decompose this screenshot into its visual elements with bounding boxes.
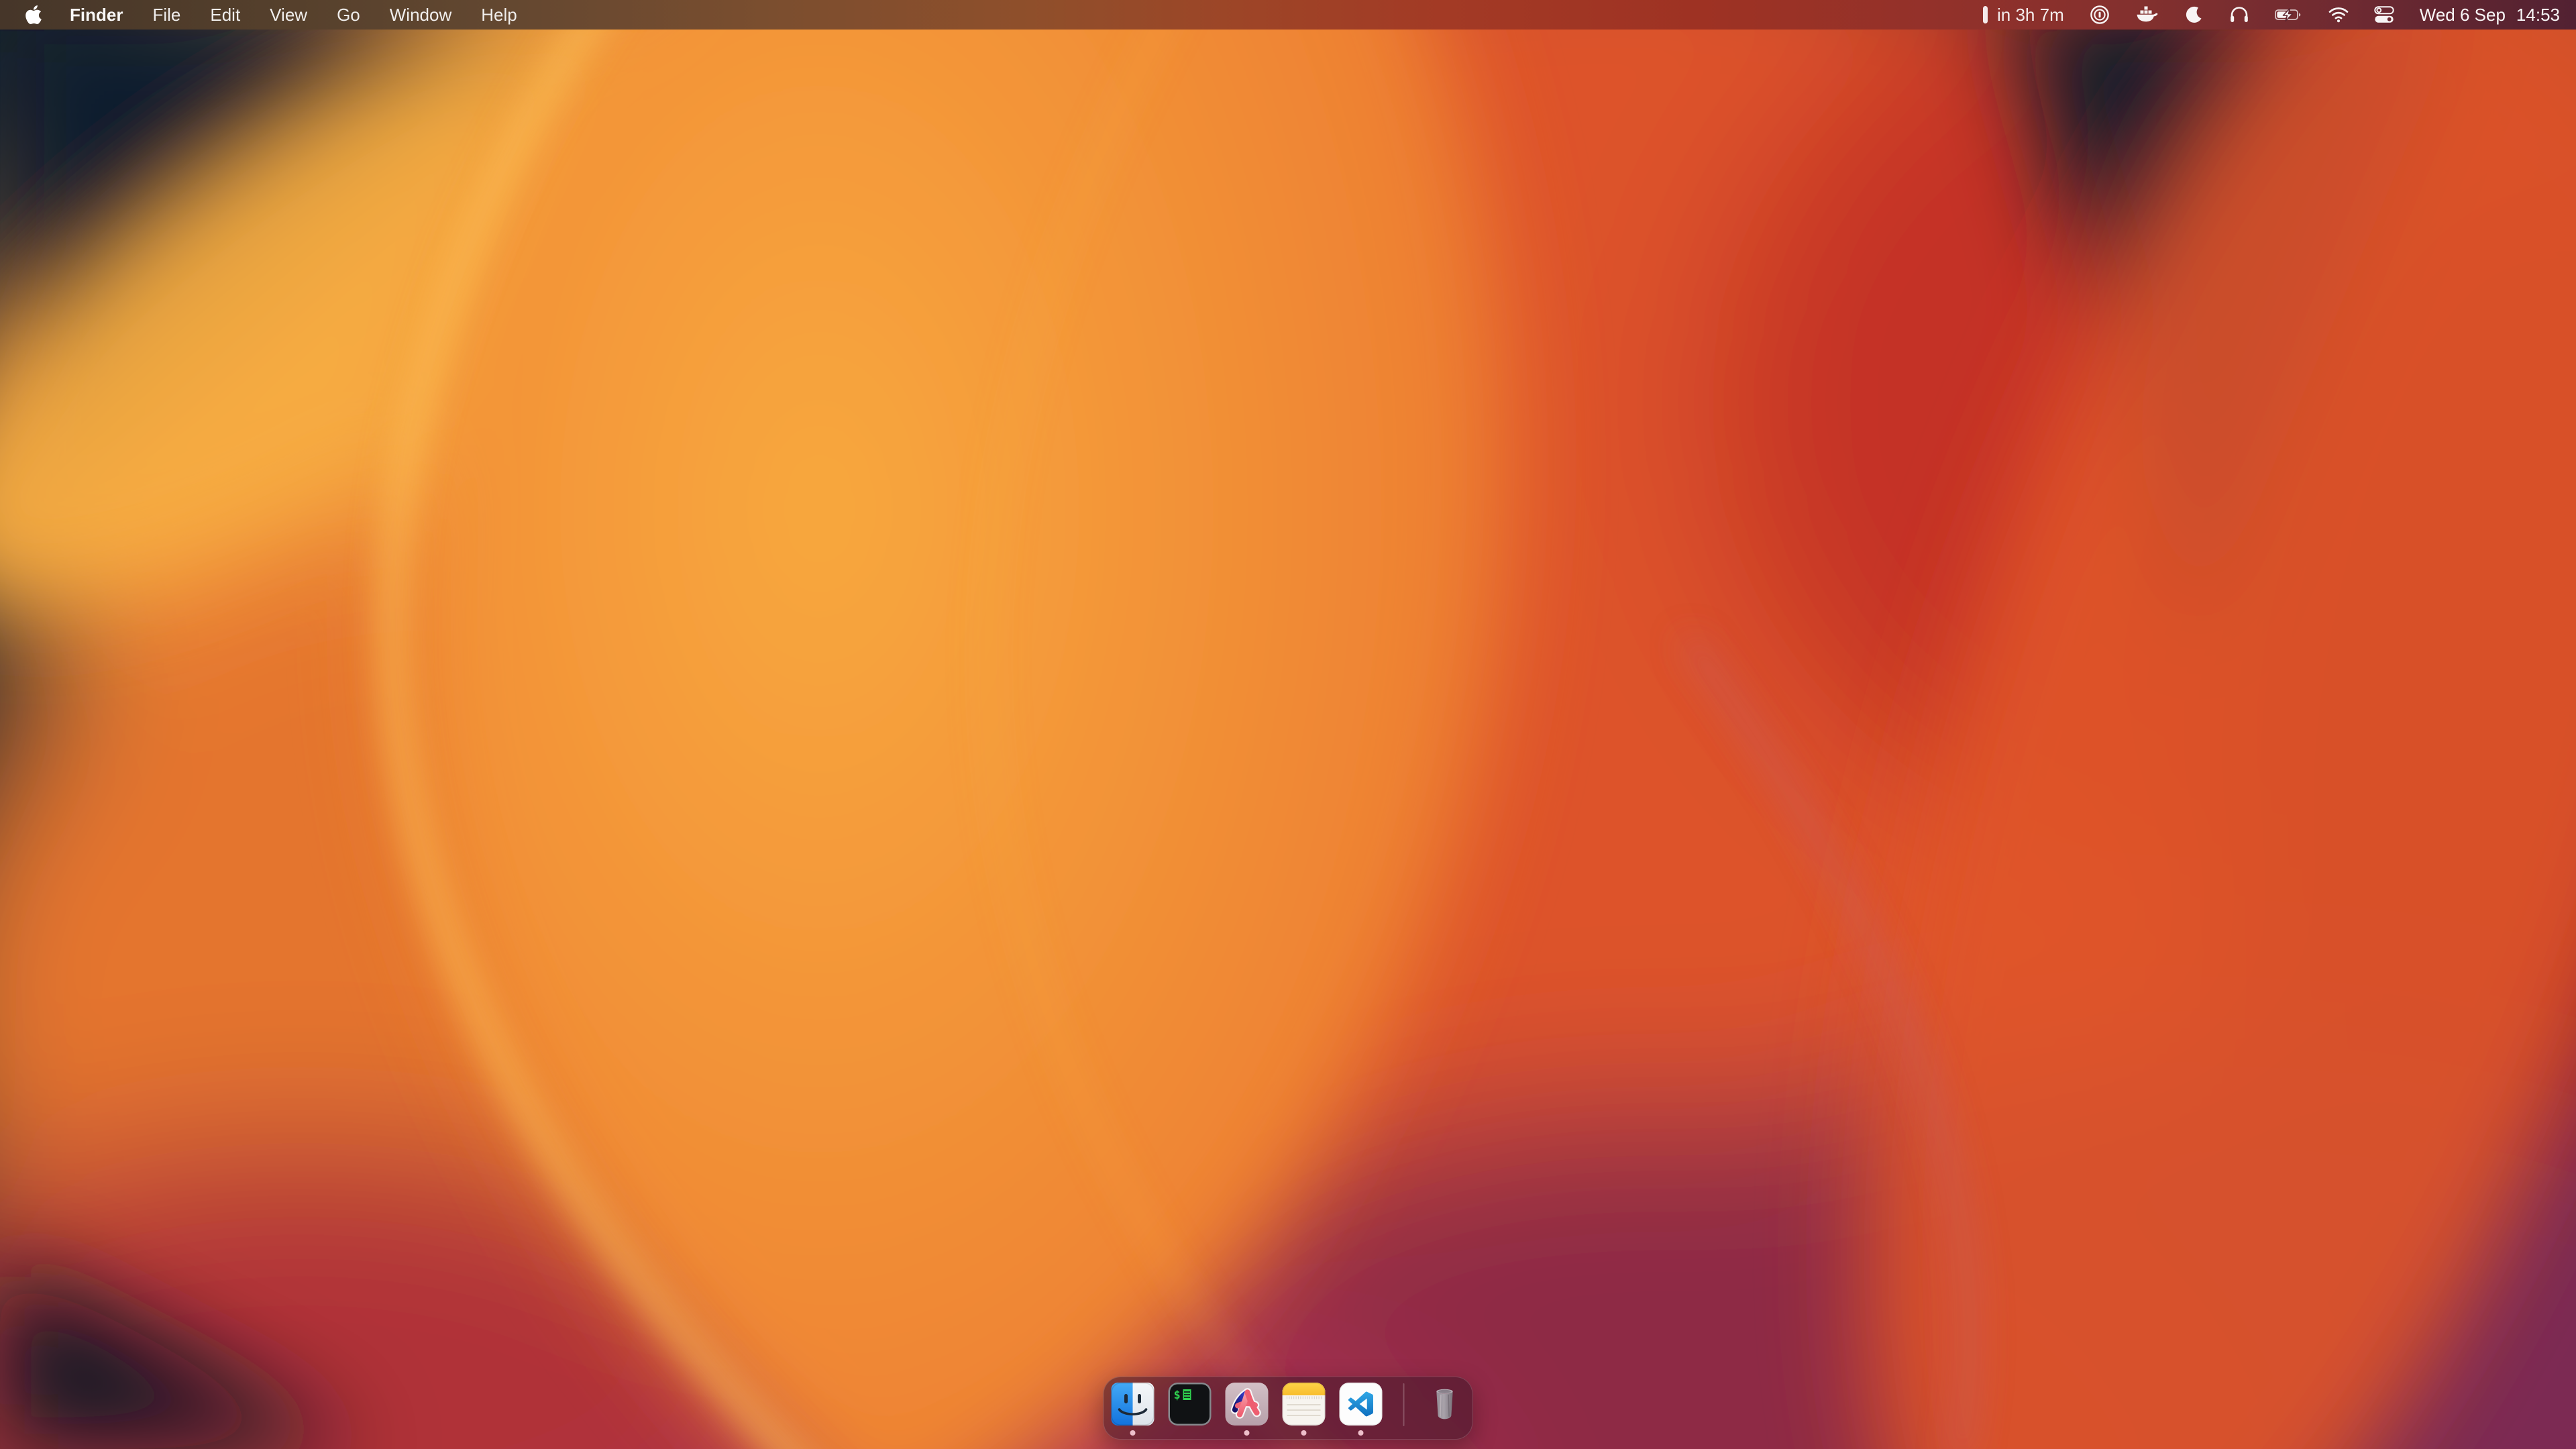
menu-item-finder[interactable]: Finder bbox=[70, 5, 123, 25]
timer-bar-icon bbox=[1982, 5, 1988, 25]
menu-item-edit[interactable]: Edit bbox=[210, 5, 240, 25]
status-focus[interactable] bbox=[2185, 5, 2204, 24]
running-indicator bbox=[1244, 1430, 1250, 1436]
control-center-icon bbox=[2374, 6, 2394, 23]
menu-bar-left: Finder File Edit View Go Window Help bbox=[0, 5, 547, 25]
clock-time: 14:53 bbox=[2516, 5, 2560, 25]
dock: $ bbox=[1104, 1377, 1473, 1440]
status-battery[interactable] bbox=[2275, 8, 2303, 21]
trash-icon bbox=[1425, 1383, 1465, 1426]
status-headphones[interactable] bbox=[2229, 6, 2249, 23]
terminal-prompt: $ bbox=[1174, 1389, 1181, 1402]
wallpaper-ventura bbox=[0, 0, 2576, 1449]
status-control-center[interactable] bbox=[2374, 6, 2394, 23]
menu-bar: Finder File Edit View Go Window Help in … bbox=[0, 0, 2576, 30]
dock-item-terminal[interactable]: $ bbox=[1169, 1383, 1212, 1436]
timer-text: in 3h 7m bbox=[1997, 5, 2064, 25]
1password-icon bbox=[2090, 5, 2110, 25]
status-wifi[interactable] bbox=[2328, 7, 2349, 23]
menu-item-window[interactable]: Window bbox=[390, 5, 451, 25]
docker-whale-icon bbox=[2135, 6, 2159, 23]
status-timer[interactable]: in 3h 7m bbox=[1982, 5, 2064, 25]
finder-icon bbox=[1112, 1383, 1155, 1426]
running-indicator bbox=[1358, 1430, 1364, 1436]
clock-date: Wed 6 Sep bbox=[2420, 5, 2506, 25]
status-docker[interactable] bbox=[2135, 6, 2159, 23]
dock-item-vscode[interactable] bbox=[1340, 1383, 1383, 1436]
headphones-icon bbox=[2229, 6, 2249, 23]
terminal-icon: $ bbox=[1169, 1383, 1212, 1426]
moon-icon bbox=[2185, 5, 2204, 24]
menu-item-help[interactable]: Help bbox=[481, 5, 517, 25]
dock-separator bbox=[1403, 1383, 1405, 1426]
dock-item-trash[interactable] bbox=[1425, 1383, 1465, 1426]
battery-charging-icon bbox=[2275, 8, 2303, 21]
dock-item-finder[interactable] bbox=[1112, 1383, 1155, 1436]
vscode-icon bbox=[1340, 1383, 1383, 1426]
menu-bar-clock[interactable]: Wed 6 Sep 14:53 bbox=[2420, 5, 2560, 25]
apple-menu-icon[interactable] bbox=[25, 5, 42, 24]
dock-item-arc[interactable] bbox=[1226, 1383, 1269, 1436]
menu-bar-status-area: in 3h 7m bbox=[1982, 5, 2576, 25]
status-1password[interactable] bbox=[2090, 5, 2110, 25]
desktop: Finder File Edit View Go Window Help in … bbox=[0, 0, 2576, 1449]
running-indicator bbox=[1130, 1430, 1136, 1436]
menu-item-view[interactable]: View bbox=[270, 5, 307, 25]
menu-item-file[interactable]: File bbox=[152, 5, 180, 25]
dock-item-notes[interactable] bbox=[1283, 1383, 1326, 1436]
wifi-icon bbox=[2328, 7, 2349, 23]
arc-browser-icon bbox=[1226, 1383, 1269, 1426]
notes-icon bbox=[1283, 1383, 1326, 1426]
running-indicator bbox=[1301, 1430, 1307, 1436]
menu-item-go[interactable]: Go bbox=[337, 5, 360, 25]
apple-icon bbox=[25, 5, 42, 24]
